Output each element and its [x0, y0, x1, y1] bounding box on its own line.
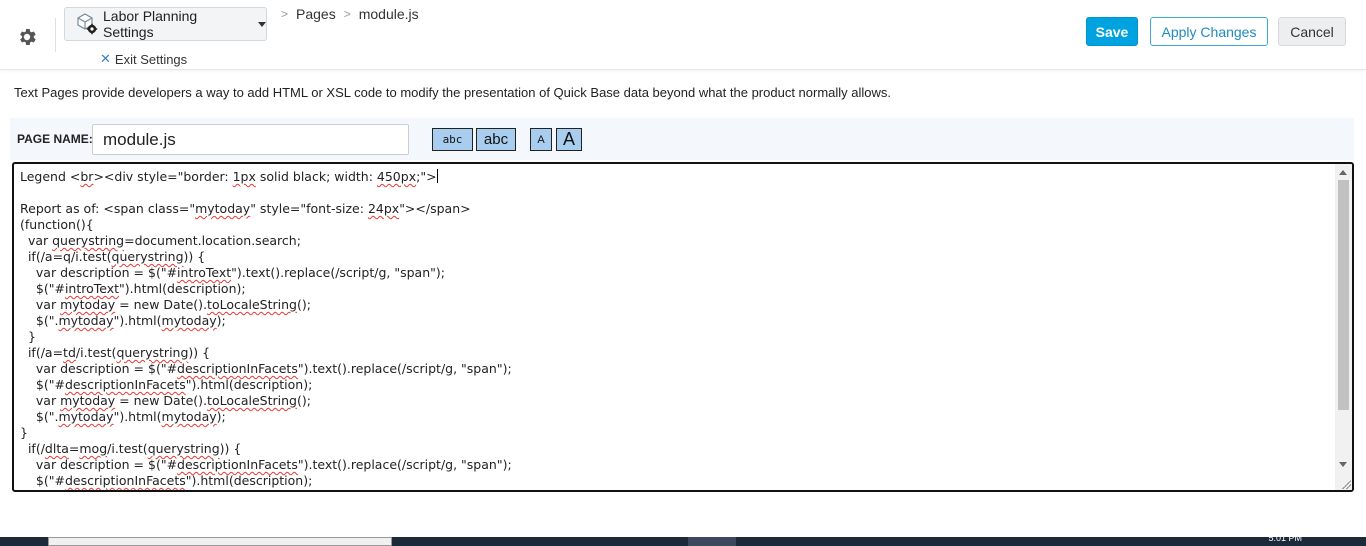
page-name-bar: PAGE NAME: abc abc A A — [10, 118, 1354, 160]
code-line: } — [20, 329, 36, 344]
chevron-right-icon: > — [343, 7, 351, 21]
misspelled-word: mytoday — [60, 393, 116, 408]
misspelled-word: toLocaleString — [207, 297, 297, 312]
code-line: } — [20, 425, 28, 440]
misspelled-word: mytoday — [161, 313, 217, 328]
taskbar-active-app[interactable] — [688, 537, 736, 546]
code-editor[interactable]: Legend <br><div style="border: 1px solid… — [12, 162, 1354, 492]
taskbar-clock: 5:01 PM — [1268, 533, 1302, 543]
app-cube-gear-icon — [75, 12, 99, 36]
sans-font-button[interactable]: abc — [476, 128, 516, 151]
apply-changes-button[interactable]: Apply Changes — [1150, 17, 1268, 46]
cancel-button[interactable]: Cancel — [1278, 17, 1346, 46]
resize-grip-icon[interactable] — [1341, 479, 1351, 489]
misspelled-word: mytoday — [58, 313, 114, 328]
code-line: var description = $("#descriptionInFacet… — [20, 457, 512, 472]
misspelled-word: mog — [79, 441, 108, 456]
code-line: if(/dlta=mog/i.test(querystring)) { — [20, 441, 242, 456]
misspelled-word: mytoday — [58, 409, 114, 424]
code-line: var querystring=document.location.search… — [20, 233, 301, 248]
misspelled-word: querystring — [52, 233, 125, 248]
gear-icon[interactable] — [16, 26, 38, 48]
chevron-down-icon — [258, 21, 266, 27]
intro-text: Text Pages provide developers a way to a… — [14, 85, 892, 100]
close-icon: ✕ — [100, 51, 111, 66]
code-line: var description = $("#introText").text()… — [20, 265, 445, 280]
misspelled-word: querystring — [116, 345, 189, 360]
misspelled-word: toLocaleString — [207, 393, 297, 408]
code-line: Report as of: <span class="mytoday" styl… — [20, 201, 471, 216]
misspelled-word: mytoday — [161, 409, 217, 424]
increase-font-size-button[interactable]: A — [556, 128, 582, 151]
code-line: if(/a=td/i.test(querystring)) { — [20, 345, 211, 360]
code-line: var mytoday = new Date().toLocaleString(… — [20, 393, 311, 408]
misspelled-word: introText — [64, 281, 120, 296]
misspelled-word: mytoday — [195, 201, 251, 216]
save-button[interactable]: Save — [1086, 17, 1138, 46]
app-selector[interactable]: Labor Planning Settings — [64, 7, 267, 41]
exit-settings-label: Exit Settings — [114, 51, 188, 67]
scroll-up-icon[interactable] — [1339, 170, 1347, 175]
breadcrumb-current: module.js — [358, 6, 419, 22]
settings-header: Labor Planning Settings ✕ Exit Settings … — [0, 0, 1366, 70]
code-line: var description = $("#descriptionInFacet… — [20, 361, 512, 376]
misspelled-word: querystring — [111, 249, 184, 264]
code-line: $("#descriptionInFacets").html(descripti… — [20, 473, 313, 488]
code-line: (function(){ — [20, 217, 94, 232]
breadcrumb-pages[interactable]: Pages — [296, 6, 336, 22]
code-line: Legend <br><div style="border: 1px solid… — [20, 169, 438, 184]
exit-settings-link[interactable]: ✕ Exit Settings — [100, 51, 187, 67]
page-name-input[interactable] — [92, 124, 409, 155]
misspelled-word: 1px — [232, 169, 256, 184]
code-line: $(".mytoday").html(mytoday); — [20, 313, 226, 328]
breadcrumb: > Pages > module.js — [273, 6, 419, 22]
code-content[interactable]: Legend <br><div style="border: 1px solid… — [20, 169, 512, 489]
code-line: var mytoday = new Date().toLocaleString(… — [20, 297, 311, 312]
page-name-label: PAGE NAME: — [17, 132, 93, 146]
header-divider — [55, 18, 56, 52]
misspelled-word: querystring — [147, 441, 220, 456]
text-cursor — [436, 169, 438, 183]
misspelled-word: introText — [177, 265, 232, 280]
code-line: $("#introText").html(description); — [20, 281, 246, 296]
misspelled-word: descriptionInFacets — [177, 361, 298, 376]
misspelled-word: mytoday — [60, 297, 116, 312]
editor-scrollbar[interactable] — [1335, 164, 1352, 490]
misspelled-word: 450px — [376, 169, 417, 184]
decrease-font-size-button[interactable]: A — [530, 128, 552, 151]
os-taskbar: 5:01 PM — [0, 533, 1366, 546]
misspelled-word: descriptionInFacets — [64, 377, 186, 392]
app-name: Labor Planning Settings — [103, 8, 198, 40]
code-line: $("#descriptionInFacets").html(descripti… — [20, 377, 313, 392]
misspelled-word: td — [63, 345, 76, 360]
misspelled-word: br — [80, 169, 94, 184]
code-line: if(/a=q/i.test(querystring)) { — [20, 249, 206, 264]
code-line: $(".mytoday").html(mytoday); — [20, 409, 226, 424]
chevron-right-icon: > — [281, 7, 289, 21]
misspelled-word: descriptionInFacets — [64, 473, 186, 488]
misspelled-word: 24px — [367, 201, 400, 216]
scroll-down-icon[interactable] — [1339, 462, 1347, 467]
taskbar-search-box[interactable] — [48, 537, 392, 546]
misspelled-word: dlta — [44, 441, 69, 456]
scroll-thumb[interactable] — [1338, 180, 1349, 410]
misspelled-word: descriptionInFacets — [177, 457, 298, 472]
monospace-font-button[interactable]: abc — [432, 128, 473, 151]
